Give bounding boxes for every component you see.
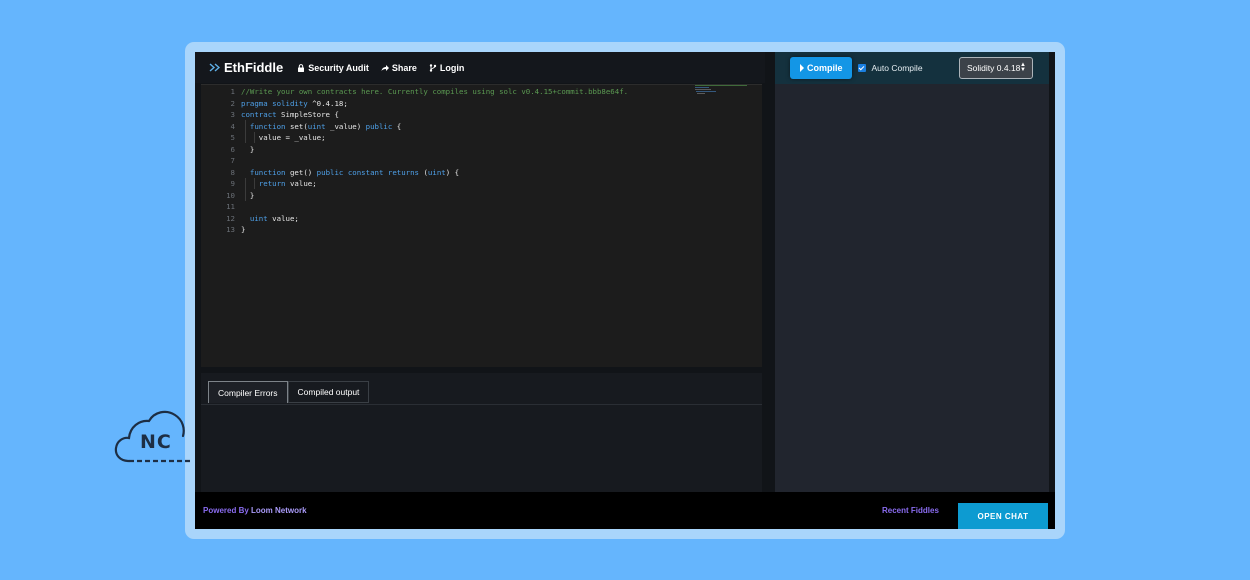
code-keyword: public	[365, 121, 393, 131]
line-number: 9	[230, 179, 235, 188]
line-number: 13	[226, 225, 235, 234]
app-title: EthFiddle	[224, 60, 284, 75]
compiler-output-pane: Compiler Errors Compiled output	[201, 373, 762, 492]
code-line-2: pragma solidity ^0.4.18;	[241, 98, 628, 110]
tab-compiler-errors[interactable]: Compiler Errors	[208, 381, 288, 403]
logo[interactable]: EthFiddle	[209, 60, 283, 75]
code-line-3: contract SimpleStore {	[241, 109, 628, 121]
line-number: 4	[230, 121, 235, 131]
loom-network-link[interactable]: Loom Network	[251, 506, 307, 515]
git-branch-icon	[429, 63, 437, 72]
code-line-5: value = _value;	[241, 133, 326, 142]
code-line-6: }	[241, 144, 255, 154]
code-keyword: return	[258, 179, 286, 188]
code-text: value;	[267, 213, 299, 223]
line-number: 8	[230, 167, 235, 177]
nc-badge-text: NC	[140, 431, 172, 453]
powered-by: Powered By Loom Network	[203, 506, 307, 515]
code-keyword: uint	[307, 121, 326, 131]
code-text: set(	[285, 121, 308, 131]
separator-strip	[765, 52, 775, 492]
auto-compile-toggle[interactable]: Auto Compile	[857, 63, 923, 73]
play-icon	[800, 64, 804, 72]
line-number: 6	[230, 144, 235, 154]
code-line-1: //Write your own contracts here. Current…	[241, 87, 629, 96]
code-keyword: public constant returns	[316, 167, 420, 177]
code-text: (	[419, 167, 428, 177]
lock-icon	[298, 63, 305, 72]
ethfiddle-logo-icon	[209, 63, 220, 72]
code-line-8: function get() public constant returns (…	[241, 167, 628, 179]
line-number: 3	[230, 110, 235, 119]
auto-compile-checkbox[interactable]	[857, 64, 866, 72]
line-number-gutter: 1 2 3 4 5 6 7 8 9 10 11 12 13	[201, 86, 235, 236]
minimap-line	[695, 87, 709, 88]
line-number: 11	[226, 202, 235, 211]
security-audit-label: Security Audit	[308, 62, 369, 73]
code-line-13: }	[241, 225, 246, 234]
open-chat-button[interactable]: OPEN CHAT	[958, 503, 1048, 529]
compile-button[interactable]: Compile	[790, 57, 852, 79]
compile-toolbar: Compile Auto Compile Solidity 0.4.18 ▲ ▼	[775, 52, 1049, 84]
code-lines: //Write your own contracts here. Current…	[241, 86, 628, 236]
powered-by-prefix: Powered By	[203, 506, 252, 515]
code-line-10: }	[241, 190, 255, 200]
code-keyword: pragma solidity	[241, 98, 308, 108]
code-keyword: contract	[241, 110, 277, 119]
right-edge	[1049, 52, 1055, 529]
nc-cloud-badge: NC	[113, 407, 203, 467]
code-line-12: uint value;	[241, 213, 628, 225]
line-number: 1	[230, 87, 235, 96]
tab-compiled-output[interactable]: Compiled output	[287, 381, 370, 403]
compile-button-label: Compile	[807, 63, 843, 73]
line-number: 2	[230, 98, 235, 108]
code-keyword: uint	[249, 213, 268, 223]
share-link[interactable]: Share	[381, 63, 417, 73]
login-link[interactable]: Login	[429, 62, 465, 73]
login-label: Login	[439, 62, 465, 73]
code-keyword: function	[249, 121, 286, 131]
code-line-4: function set(uint _value) public {	[241, 121, 628, 133]
line-number: 10	[226, 190, 235, 200]
editor-minimap[interactable]	[695, 84, 755, 96]
line-number: 12	[226, 213, 235, 223]
minimap-line	[695, 85, 747, 86]
code-keyword: function	[249, 167, 286, 177]
solidity-version-select[interactable]: Solidity 0.4.18 ▲ ▼	[959, 57, 1033, 79]
auto-compile-label: Auto Compile	[871, 63, 923, 73]
tab-divider	[201, 404, 762, 405]
ethfiddle-app: EthFiddle Security Audit Share Login Com…	[195, 52, 1055, 529]
code-text: SimpleStore {	[276, 110, 339, 119]
top-navbar: EthFiddle Security Audit Share Login	[195, 52, 765, 83]
code-line-9: return value;	[241, 178, 628, 190]
share-label: Share	[391, 62, 417, 73]
minimap-line	[697, 93, 705, 94]
compile-output-panel	[775, 84, 1049, 492]
recent-fiddles-link[interactable]: Recent Fiddles	[882, 506, 939, 515]
code-text: get()	[285, 167, 317, 177]
code-text: ) {	[445, 167, 460, 177]
security-audit-link[interactable]: Security Audit	[297, 63, 369, 73]
line-number: 7	[230, 156, 235, 165]
footer-bar: Powered By Loom Network Recent Fiddles O…	[195, 492, 1055, 529]
output-tabs: Compiler Errors Compiled output	[208, 381, 370, 403]
code-text: _value)	[325, 121, 366, 131]
solidity-version-value: Solidity 0.4.18	[967, 63, 1021, 73]
editor-top-border	[201, 84, 762, 85]
line-number: 5	[230, 133, 235, 142]
code-text: ^0.4.18;	[307, 98, 348, 108]
code-editor[interactable]: 1 2 3 4 5 6 7 8 9 10 11 12 13 //Write yo…	[201, 84, 762, 367]
minimap-line	[696, 91, 716, 92]
code-text: {	[392, 121, 402, 131]
share-icon	[381, 64, 389, 71]
code-text: value;	[285, 179, 317, 188]
code-keyword: uint	[427, 167, 446, 177]
minimap-line	[695, 89, 711, 90]
select-arrows-icon: ▲ ▼	[1020, 62, 1026, 73]
